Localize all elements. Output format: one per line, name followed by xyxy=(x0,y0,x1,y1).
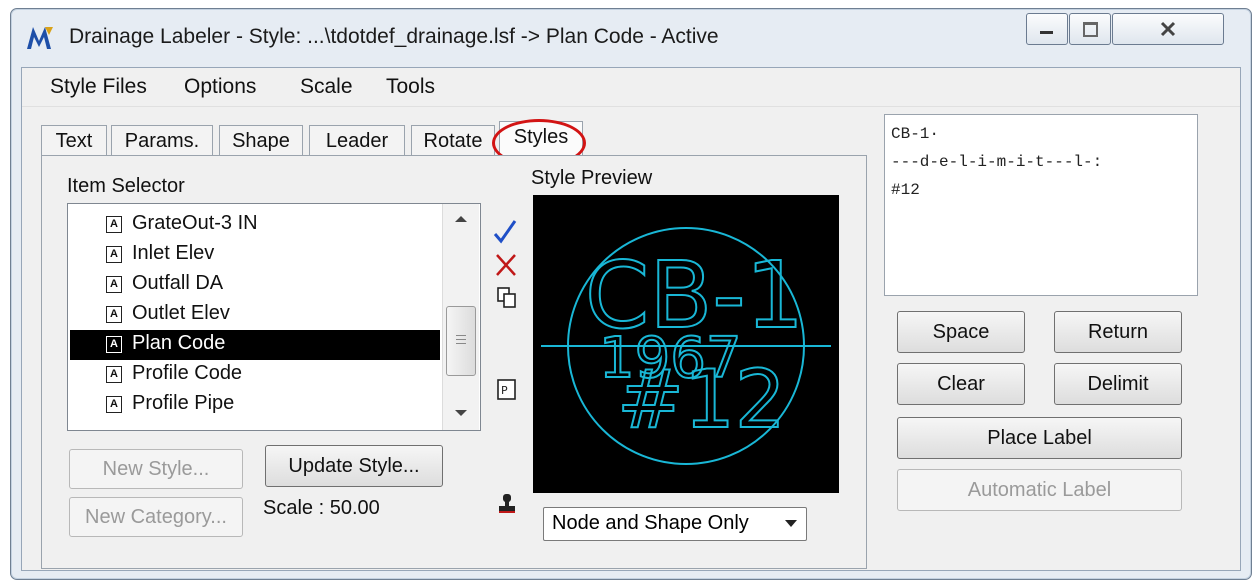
item-selector-label: Item Selector xyxy=(67,175,185,197)
window-title: Drainage Labeler - Style: ...\tdotdef_dr… xyxy=(69,25,719,48)
attribute-icon: A xyxy=(106,246,122,263)
preview-text-line3: #12 xyxy=(617,353,786,446)
paste-icon[interactable]: P xyxy=(497,379,517,401)
attribute-icon: A xyxy=(106,306,122,323)
attribute-icon: A xyxy=(106,216,122,233)
copy-icon[interactable] xyxy=(497,287,517,309)
delete-x-icon[interactable] xyxy=(495,253,517,277)
clear-button[interactable]: Clear xyxy=(897,363,1025,405)
close-icon xyxy=(1160,21,1176,37)
list-item-label: GrateOut-3 IN xyxy=(132,212,258,234)
list-scrollbar[interactable] xyxy=(442,204,479,430)
tab-text[interactable]: Text xyxy=(41,125,107,156)
tab-params[interactable]: Params. xyxy=(111,125,213,156)
list-item-label: Inlet Elev xyxy=(132,242,215,264)
new-category-button[interactable]: New Category... xyxy=(69,497,243,537)
list-item[interactable]: A Profile Pipe xyxy=(70,390,440,420)
tab-rotate[interactable]: Rotate xyxy=(411,125,495,156)
maximize-button[interactable] xyxy=(1069,13,1111,45)
attribute-icon: A xyxy=(106,336,122,353)
list-item[interactable]: A Outlet Elev xyxy=(70,300,440,330)
menu-bar: Style Files Options Scale Tools xyxy=(22,68,1240,107)
menu-tools[interactable]: Tools xyxy=(386,75,435,99)
new-style-button[interactable]: New Style... xyxy=(69,449,243,489)
menu-style-files[interactable]: Style Files xyxy=(50,75,147,99)
tab-shape[interactable]: Shape xyxy=(219,125,303,156)
automatic-label-button[interactable]: Automatic Label xyxy=(897,469,1182,511)
tab-leader[interactable]: Leader xyxy=(309,125,405,156)
delimit-button[interactable]: Delimit xyxy=(1054,363,1182,405)
space-button[interactable]: Space xyxy=(897,311,1025,353)
place-label-button[interactable]: Place Label xyxy=(897,417,1182,459)
stamp-icon[interactable] xyxy=(497,493,517,515)
label-text-editor[interactable]: CB-1· ---d-e-l-i-m-i-t---l-: #12 xyxy=(884,114,1198,296)
style-preview-label: Style Preview xyxy=(531,167,653,189)
list-item[interactable]: A Outfall DA xyxy=(70,270,440,300)
list-item-label: Profile Pipe xyxy=(132,392,235,414)
minimize-button[interactable] xyxy=(1026,13,1068,45)
list-item-label: Outlet Elev xyxy=(132,302,230,324)
display-mode-value: Node and Shape Only xyxy=(552,512,749,534)
item-selector-list[interactable]: A GrateOut-3 IN A Inlet Elev A Outfall D… xyxy=(67,203,481,431)
update-style-button[interactable]: Update Style... xyxy=(265,445,443,487)
attribute-icon: A xyxy=(106,276,122,293)
attribute-icon: A xyxy=(106,366,122,383)
title-bar: Drainage Labeler - Style: ...\tdotdef_dr… xyxy=(11,9,1251,65)
scale-readout: Scale : 50.00 xyxy=(263,497,380,519)
list-item-selected[interactable]: A Plan Code xyxy=(70,330,440,360)
list-item-label: Profile Code xyxy=(132,362,243,384)
check-icon[interactable] xyxy=(493,219,517,245)
label-text-line: ---d-e-l-i-m-i-t---l-: xyxy=(891,153,1103,171)
display-mode-dropdown[interactable]: Node and Shape Only xyxy=(543,507,807,541)
menu-options[interactable]: Options xyxy=(184,75,256,99)
scroll-up-icon[interactable] xyxy=(454,214,468,224)
label-text-line: CB-1· xyxy=(891,125,940,143)
list-item[interactable]: A GrateOut-3 IN xyxy=(70,210,440,240)
scroll-down-icon[interactable] xyxy=(454,408,468,418)
list-item-label: Outfall DA xyxy=(132,272,224,294)
minimize-icon xyxy=(1040,31,1053,34)
label-text-line: #12 xyxy=(891,181,920,199)
style-preview-canvas: CB-1 1967 #12 xyxy=(533,195,839,493)
maximize-icon xyxy=(1083,22,1098,37)
app-window: Drainage Labeler - Style: ...\tdotdef_dr… xyxy=(10,8,1252,580)
list-item[interactable]: A Inlet Elev xyxy=(70,240,440,270)
list-item-label: Plan Code xyxy=(132,332,226,354)
app-logo-icon xyxy=(27,27,53,49)
close-button[interactable] xyxy=(1112,13,1224,45)
list-item[interactable]: A Profile Code xyxy=(70,360,440,390)
menu-scale[interactable]: Scale xyxy=(300,75,353,99)
svg-text:P: P xyxy=(501,384,508,397)
return-button[interactable]: Return xyxy=(1054,311,1182,353)
scrollbar-thumb[interactable] xyxy=(446,306,476,376)
attribute-icon: A xyxy=(106,396,122,413)
chevron-down-icon xyxy=(785,520,797,527)
